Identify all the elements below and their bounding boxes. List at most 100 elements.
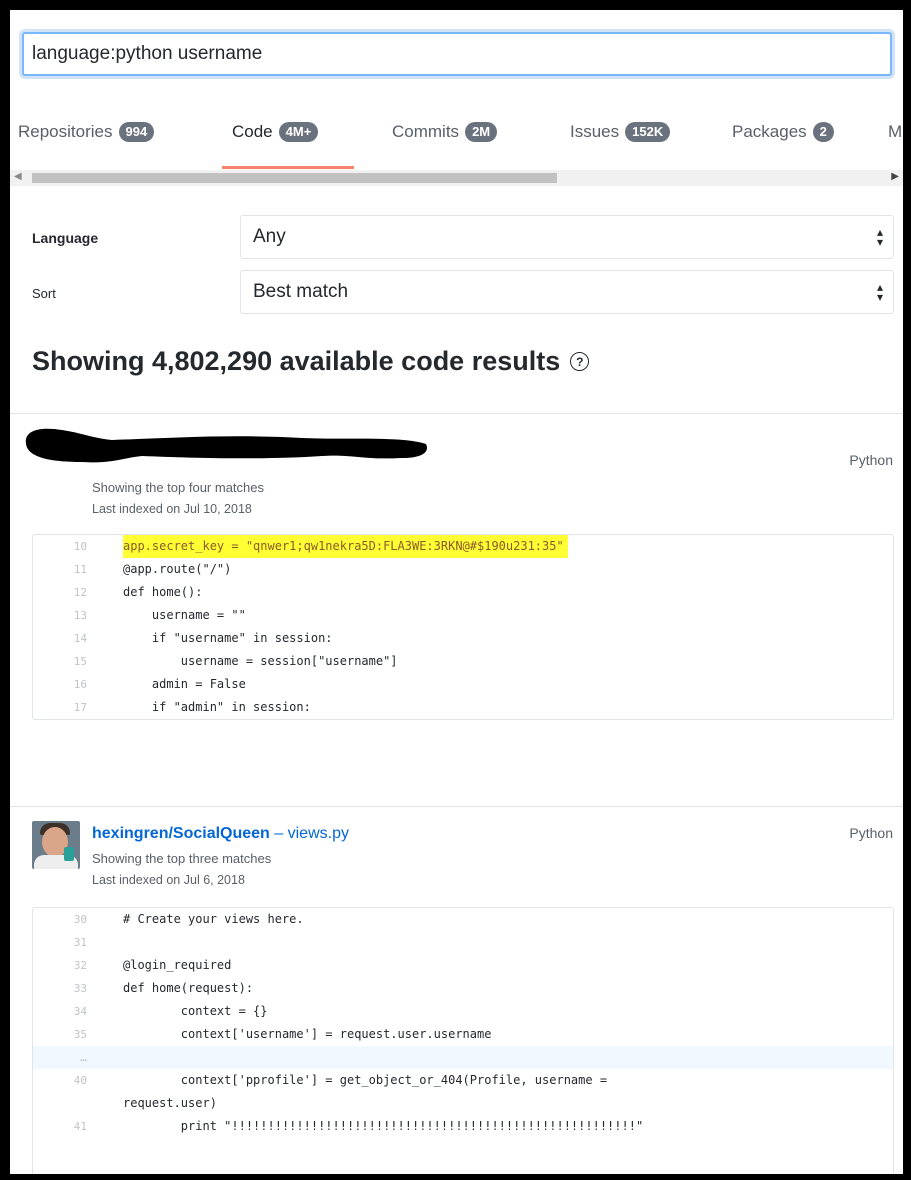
line-number[interactable]: 33 [33,977,123,1000]
code-text: context = {} [123,1004,268,1018]
tab-repositories[interactable]: Repositories 994 [18,122,155,142]
selected-tab-indicator [222,166,354,169]
code-line: 14 if "username" in session: [33,627,893,650]
code-text-highlighted: app.secret_key = "qnwer1;qw1nekra5D:FLA3… [123,535,568,558]
code-line: 10 app.secret_key = "qnwer1;qw1nekra5D:F… [33,535,893,558]
question-circle-icon[interactable]: ? [570,352,590,371]
code-text: @login_required [123,958,232,972]
code-text: admin = False [123,677,246,691]
line-number[interactable]: 10 [33,535,123,558]
line-number[interactable]: 16 [33,673,123,696]
results-heading: Showing 4,802,290 available code results… [32,346,590,377]
search-results-page: Repositories 994 Code 4M+ Commits 2M Iss… [10,10,903,1174]
code-line: 32 @login_required [33,954,893,977]
code-line: 16 admin = False [33,673,893,696]
scroll-right-icon[interactable]: ▶ [891,171,899,182]
result-language: Python [849,452,893,468]
code-text: @app.route("/") [123,562,232,576]
search-input[interactable] [22,32,892,76]
line-number[interactable]: 35 [33,1023,123,1046]
type-tabs: Repositories 994 Code 4M+ Commits 2M Iss… [10,106,903,179]
tab-code[interactable]: Code 4M+ [232,122,319,142]
code-text: # Create your views here. [123,912,304,926]
code-text: if "username" in session: [123,631,333,645]
file-name[interactable]: views.py [288,825,349,842]
redaction-mark [25,428,428,463]
code-text: if "admin" in session: [123,700,311,714]
tab-label: Repositories [18,122,113,141]
line-number[interactable]: 41 [33,1115,123,1138]
code-line: 40 context['pprofile'] = get_object_or_4… [33,1069,893,1115]
code-snippet: 10 app.secret_key = "qnwer1;qw1nekra5D:F… [32,534,894,720]
tab-counter: 4M+ [278,122,319,142]
line-number[interactable]: 40 [33,1069,123,1115]
last-indexed-text: Last indexed on Jul 10, 2018 [92,502,252,516]
line-number[interactable]: 31 [33,931,123,954]
code-line: 15 username = session["username"] [33,650,893,673]
tab-issues[interactable]: Issues 152K [570,122,671,142]
code-text: print "!!!!!!!!!!!!!!!!!!!!!!!!!!!!!!!!!… [123,1119,644,1133]
code-line: 11 @app.route("/") [33,558,893,581]
line-number[interactable]: 17 [33,696,123,719]
tab-packages[interactable]: Packages 2 [732,122,834,142]
sort-select[interactable]: Best match ▴ ▾ [240,270,894,314]
code-line: 33 def home(request): [33,977,893,1000]
avatar[interactable] [32,821,80,869]
search-box [22,32,892,76]
line-number[interactable]: 30 [33,908,123,931]
code-text: context['pprofile'] = get_object_or_404(… [123,1073,608,1110]
code-line: 41 print "!!!!!!!!!!!!!!!!!!!!!!!!!!!!!!… [33,1115,893,1138]
up-down-caret-icon: ▴ ▾ [876,280,883,304]
tab-label: Code [232,122,273,141]
language-filter-label: Language [32,230,99,246]
repo-separator: – [269,825,288,842]
language-select-value: Any [253,226,286,247]
line-number[interactable]: 11 [33,558,123,581]
code-snippet: 30 # Create your views here. 31 32 @logi… [32,907,894,1174]
avatar-cup [64,847,74,861]
tab-counter: 2M [465,122,498,142]
repo-file-link[interactable]: hexingren/SocialQueen – views.py [92,825,349,843]
sort-filter-label: Sort [32,286,56,301]
matches-count-text: Showing the top three matches [92,851,272,866]
tab-label: M [888,122,903,141]
tab-counter: 994 [118,122,155,142]
code-text: def home(): [123,585,203,599]
code-line: 30 # Create your views here. [33,908,893,931]
line-number[interactable]: 14 [33,627,123,650]
code-line: 17 if "admin" in session: [33,696,893,719]
scroll-left-icon[interactable]: ◀ [14,171,22,182]
line-number[interactable]: 34 [33,1000,123,1023]
last-indexed-text: Last indexed on Jul 6, 2018 [92,873,245,887]
line-number: … [80,1051,87,1064]
tab-label: Issues [570,122,620,141]
results-count-text: Showing 4,802,290 available code results [32,346,561,376]
code-line: 34 context = {} [33,1000,893,1023]
code-gap-expander[interactable]: … [33,1046,893,1069]
code-line: 13 username = "" [33,604,893,627]
line-number[interactable]: 15 [33,650,123,673]
code-result: Python Showing the top four matches Last… [10,413,903,774]
tab-label: Commits [392,122,460,141]
result-language: Python [849,825,893,841]
tab-more[interactable]: M [888,122,902,142]
code-text: context['username'] = request.user.usern… [123,1027,492,1041]
line-number[interactable]: 13 [33,604,123,627]
horizontal-scrollbar[interactable]: ◀ ▶ [10,170,903,186]
line-number[interactable]: 12 [33,581,123,604]
tab-commits[interactable]: Commits 2M [392,122,498,142]
code-line: 35 context['username'] = request.user.us… [33,1023,893,1046]
language-select[interactable]: Any ▴ ▾ [240,215,894,259]
code-result: hexingren/SocialQueen – views.py Python … [10,806,903,1174]
code-text: def home(request): [123,981,254,995]
tab-counter: 2 [812,122,834,142]
repo-name[interactable]: hexingren/SocialQueen [92,825,270,842]
scrollbar-thumb[interactable] [32,173,557,183]
tab-label: Packages [732,122,807,141]
code-text: username = "" [123,608,246,622]
code-line: 12 def home(): [33,581,893,604]
code-text: username = session["username"] [123,654,398,668]
matches-count-text: Showing the top four matches [92,480,264,495]
line-number[interactable]: 32 [33,954,123,977]
tab-counter: 152K [625,122,671,142]
